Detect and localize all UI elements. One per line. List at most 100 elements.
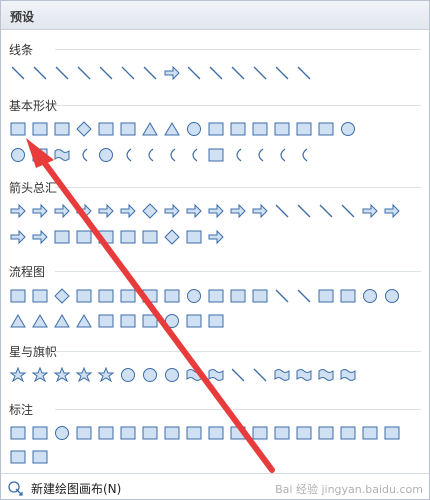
shape-left-arrow[interactable] bbox=[29, 201, 51, 221]
shape-moon-tool[interactable] bbox=[73, 145, 95, 165]
shape-rectangle[interactable] bbox=[7, 119, 29, 139]
shape-folded-corner[interactable] bbox=[315, 119, 337, 139]
shape-moon[interactable] bbox=[117, 145, 139, 165]
shape-line-callout-3[interactable] bbox=[139, 423, 161, 443]
shape-arrow[interactable] bbox=[29, 63, 51, 83]
shape-circular-arrow[interactable] bbox=[205, 227, 227, 247]
shape-left-right-callout[interactable] bbox=[139, 227, 161, 247]
shape-heart[interactable] bbox=[51, 145, 73, 165]
shape-accent-border-callout-4[interactable] bbox=[29, 447, 51, 467]
shape-manual-operation[interactable] bbox=[249, 286, 271, 306]
shape-elbow-double-arrow[interactable] bbox=[183, 63, 205, 83]
shape-arc[interactable] bbox=[139, 145, 161, 165]
shape-sun[interactable] bbox=[95, 145, 117, 165]
shape-double-wave[interactable] bbox=[337, 365, 359, 385]
shape-quad-callout[interactable] bbox=[161, 227, 183, 247]
shape-extract[interactable] bbox=[51, 311, 73, 331]
shape-star-32[interactable] bbox=[161, 365, 183, 385]
shape-rect-callout[interactable] bbox=[7, 423, 29, 443]
shape-up-ribbon[interactable] bbox=[183, 365, 205, 385]
shape-lightning[interactable] bbox=[29, 145, 51, 165]
new-drawing-canvas-button[interactable]: 新建绘图画布(N) bbox=[7, 479, 121, 497]
shape-rounded-callout[interactable] bbox=[29, 423, 51, 443]
shape-right-arrow[interactable] bbox=[7, 201, 29, 221]
shape-accent-border-callout-2[interactable] bbox=[381, 423, 403, 443]
shape-internal-storage[interactable] bbox=[117, 286, 139, 306]
shape-vertical-scroll[interactable] bbox=[271, 365, 293, 385]
shape-alternate-process[interactable] bbox=[29, 286, 51, 306]
shape-document[interactable] bbox=[139, 286, 161, 306]
shape-border-callout-3[interactable] bbox=[315, 423, 337, 443]
shape-left-callout[interactable] bbox=[95, 227, 117, 247]
shape-double-arrow[interactable] bbox=[51, 63, 73, 83]
shape-striped-right-arrow[interactable] bbox=[359, 201, 381, 221]
shape-bent-arrow[interactable] bbox=[183, 201, 205, 221]
shape-elbow-arrow[interactable] bbox=[161, 63, 183, 83]
shape-oval[interactable] bbox=[183, 119, 205, 139]
shape-can[interactable] bbox=[249, 119, 271, 139]
shape-down-arrow[interactable] bbox=[73, 201, 95, 221]
shape-collate[interactable] bbox=[7, 311, 29, 331]
shape-curved-arrow[interactable] bbox=[271, 63, 293, 83]
shape-u-turn-arrow[interactable] bbox=[205, 201, 227, 221]
shape-accent-border-callout-3[interactable] bbox=[7, 447, 29, 467]
shape-curved-up-ribbon[interactable] bbox=[227, 365, 249, 385]
shape-line-callout-4[interactable] bbox=[161, 423, 183, 443]
shape-connector[interactable] bbox=[271, 286, 293, 306]
shape-accent-callout-4[interactable] bbox=[249, 423, 271, 443]
shape-right-bracket[interactable] bbox=[249, 145, 271, 165]
shape-up-down-callout[interactable] bbox=[183, 227, 205, 247]
shape-line[interactable] bbox=[7, 63, 29, 83]
shape-elbow-connector[interactable] bbox=[139, 63, 161, 83]
shape-no-symbol[interactable] bbox=[7, 145, 29, 165]
shape-delay[interactable] bbox=[117, 311, 139, 331]
shape-border-callout-4[interactable] bbox=[337, 423, 359, 443]
shape-pentagon[interactable] bbox=[227, 119, 249, 139]
shape-scribble[interactable] bbox=[117, 63, 139, 83]
shape-magnetic-disk[interactable] bbox=[161, 311, 183, 331]
shape-offpage-connector[interactable] bbox=[293, 286, 315, 306]
shape-star-24[interactable] bbox=[139, 365, 161, 385]
shape-merge[interactable] bbox=[73, 311, 95, 331]
shape-border-callout-1[interactable] bbox=[271, 423, 293, 443]
shape-decision[interactable] bbox=[51, 286, 73, 306]
shape-cloud-callout[interactable] bbox=[73, 423, 95, 443]
shape-sequential-storage[interactable] bbox=[139, 311, 161, 331]
shape-trapezoid[interactable] bbox=[51, 119, 73, 139]
shape-bent-up-arrow[interactable] bbox=[249, 201, 271, 221]
shape-manual-input[interactable] bbox=[227, 286, 249, 306]
shape-down-ribbon[interactable] bbox=[205, 365, 227, 385]
shape-line-callout-1[interactable] bbox=[95, 423, 117, 443]
shape-stored-data[interactable] bbox=[95, 311, 117, 331]
shape-rounded-rectangle[interactable] bbox=[95, 119, 117, 139]
shape-down-callout[interactable] bbox=[73, 227, 95, 247]
shape-wave[interactable] bbox=[315, 365, 337, 385]
shape-parallelogram[interactable] bbox=[29, 119, 51, 139]
shape-pentagon-arrow[interactable] bbox=[7, 227, 29, 247]
shape-multidocument[interactable] bbox=[161, 286, 183, 306]
shape-data[interactable] bbox=[73, 286, 95, 306]
shape-up-down-arrow[interactable] bbox=[117, 201, 139, 221]
shape-accent-callout-1[interactable] bbox=[183, 423, 205, 443]
shape-notched-right-arrow[interactable] bbox=[381, 201, 403, 221]
shape-diamond[interactable] bbox=[73, 119, 95, 139]
shape-left-right-arrow[interactable] bbox=[95, 201, 117, 221]
shape-left-brace[interactable] bbox=[271, 145, 293, 165]
shape-or[interactable] bbox=[381, 286, 403, 306]
shape-smiley[interactable] bbox=[337, 119, 359, 139]
shape-curved-down-ribbon[interactable] bbox=[249, 365, 271, 385]
shape-card[interactable] bbox=[315, 286, 337, 306]
shape-right-callout[interactable] bbox=[51, 227, 73, 247]
shape-accent-border-callout-1[interactable] bbox=[359, 423, 381, 443]
shape-explosion-1[interactable] bbox=[7, 365, 29, 385]
shape-curved-connector[interactable] bbox=[249, 63, 271, 83]
shape-plaque[interactable] bbox=[205, 145, 227, 165]
shape-cube[interactable] bbox=[271, 119, 293, 139]
shape-curved-up-arrow[interactable] bbox=[315, 201, 337, 221]
shape-left-bracket[interactable] bbox=[227, 145, 249, 165]
shape-triangle[interactable] bbox=[139, 119, 161, 139]
shape-star-8[interactable] bbox=[95, 365, 117, 385]
shape-accent-callout-3[interactable] bbox=[227, 423, 249, 443]
shape-right-triangle[interactable] bbox=[161, 119, 183, 139]
shape-frame[interactable] bbox=[293, 119, 315, 139]
